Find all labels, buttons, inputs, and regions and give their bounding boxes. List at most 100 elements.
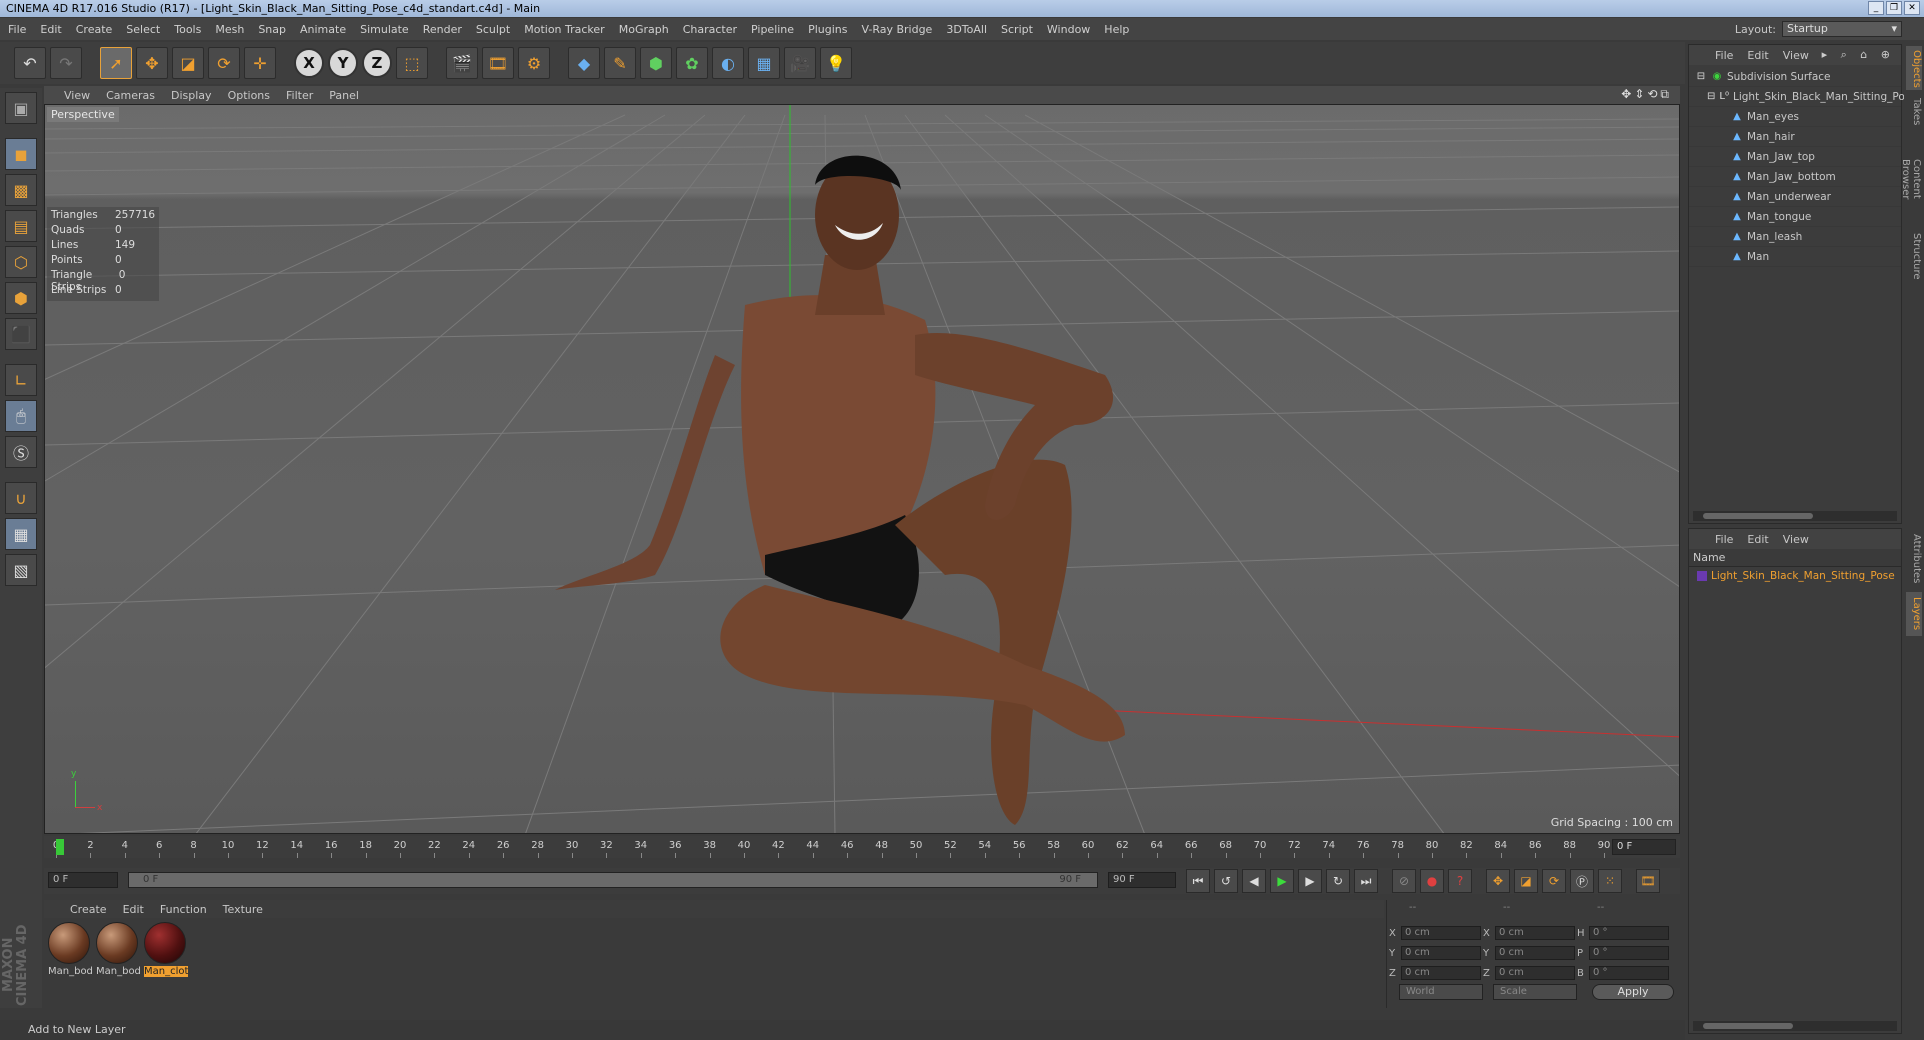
camera-label[interactable]: Perspective [47, 107, 119, 122]
tree-item[interactable]: ▲ Man_underwear [1689, 187, 1901, 207]
subdivision-surface-icon[interactable]: ⬢ [640, 47, 672, 79]
rotation-b-field[interactable]: 0 ° [1589, 966, 1669, 980]
menu-vray-bridge[interactable]: V-Ray Bridge [861, 23, 932, 36]
menu-sculpt[interactable]: Sculpt [476, 23, 510, 36]
tab-content-browser[interactable]: Content Browser [1900, 134, 1922, 224]
recent-tool-icon[interactable]: ✛ [244, 47, 276, 79]
tab-attributes[interactable]: Attributes [1906, 530, 1922, 588]
magnet-icon[interactable]: ∪ [5, 482, 37, 514]
scale-icon[interactable]: ◪ [172, 47, 204, 79]
object-menu-file[interactable]: File [1715, 49, 1733, 62]
snapping-icon[interactable]: Ⓢ [5, 436, 37, 468]
material-swatch[interactable]: Man_bod [48, 922, 92, 977]
render-picture-viewer-icon[interactable]: 🎞 [482, 47, 514, 79]
tree-item[interactable]: ▲ Man_eyes [1689, 107, 1901, 127]
viewport-menu-filter[interactable]: Filter [286, 89, 313, 102]
menu-help[interactable]: Help [1104, 23, 1129, 36]
tree-item[interactable]: ▲ Man_Jaw_top [1689, 147, 1901, 167]
viewport-menu-cameras[interactable]: Cameras [106, 89, 155, 102]
object-menu-edit[interactable]: Edit [1747, 49, 1768, 62]
floor-environment-icon[interactable]: ▦ [748, 47, 780, 79]
menu-select[interactable]: Select [126, 23, 160, 36]
playhead[interactable] [56, 839, 64, 855]
y-axis-lock-icon[interactable]: Y [328, 48, 358, 78]
material-swatch-selected[interactable]: Man_clot [144, 922, 188, 977]
autokey-icon[interactable]: ? [1448, 869, 1472, 893]
3d-viewport[interactable]: Perspective Triangles 257716 Quads 0 Lines… [44, 104, 1680, 834]
viewport-menu-panel[interactable]: Panel [329, 89, 359, 102]
layer-menu-edit[interactable]: Edit [1747, 533, 1768, 546]
key-position-icon[interactable]: ✥ [1486, 869, 1510, 893]
move-icon[interactable]: ✥ [136, 47, 168, 79]
material-swatch[interactable]: Man_bod [96, 922, 140, 977]
key-scale-icon[interactable]: ◪ [1514, 869, 1538, 893]
menu-3dtoall[interactable]: 3DToAll [946, 23, 987, 36]
rotation-h-field[interactable]: 0 ° [1589, 926, 1669, 940]
render-settings-icon[interactable]: ⚙ [518, 47, 550, 79]
tree-item[interactable]: ⊟ L⁰ Light_Skin_Black_Man_Sitting_Pose [1689, 87, 1917, 107]
restore-icon[interactable]: ❐ [1886, 1, 1902, 15]
light-icon[interactable]: 💡 [820, 47, 852, 79]
tree-item[interactable]: ▲ Man_Jaw_bottom [1689, 167, 1901, 187]
axis-mode-icon[interactable]: ∟ [5, 364, 37, 396]
menu-window[interactable]: Window [1047, 23, 1090, 36]
menu-simulate[interactable]: Simulate [360, 23, 409, 36]
timeline-ruler[interactable]: 0246810121416182022242628303234363840424… [44, 836, 1680, 858]
material-menu-edit[interactable]: Edit [123, 903, 144, 916]
tree-item[interactable]: ▲ Man_leash [1689, 227, 1901, 247]
menu-tools[interactable]: Tools [174, 23, 201, 36]
current-frame-field[interactable]: 0 F [1612, 839, 1676, 855]
go-to-end-icon[interactable]: ⏭ [1354, 869, 1378, 893]
layer-menu-view[interactable]: View [1783, 533, 1809, 546]
pen-spline-icon[interactable]: ✎ [604, 47, 636, 79]
tree-item[interactable]: ▲ Man_tongue [1689, 207, 1901, 227]
menu-mesh[interactable]: Mesh [215, 23, 244, 36]
record-icon[interactable]: ● [1420, 869, 1444, 893]
size-y-field[interactable]: 0 cm [1495, 946, 1575, 960]
object-search-icon[interactable]: ▸ ⌕ ⌂ ⊕ [1822, 48, 1895, 62]
position-z-field[interactable]: 0 cm [1401, 966, 1481, 980]
menu-mograph[interactable]: MoGraph [619, 23, 669, 36]
workplane-mode-icon[interactable]: ▤ [5, 210, 37, 242]
material-menu-create[interactable]: Create [70, 903, 107, 916]
start-frame-field[interactable]: 0 F [48, 872, 118, 888]
layer-manager-scrollbar[interactable] [1693, 1021, 1897, 1031]
rotate-icon[interactable]: ⟳ [208, 47, 240, 79]
viewport-menu-options[interactable]: Options [228, 89, 270, 102]
x-axis-lock-icon[interactable]: X [294, 48, 324, 78]
menu-create[interactable]: Create [76, 23, 113, 36]
menu-snap[interactable]: Snap [258, 23, 286, 36]
coordinate-system-icon[interactable]: ⬚ [396, 47, 428, 79]
menu-script[interactable]: Script [1001, 23, 1033, 36]
material-menu-function[interactable]: Function [160, 903, 207, 916]
layout-select[interactable]: Startup [1782, 21, 1902, 37]
next-frame-icon[interactable]: ▶ [1298, 869, 1322, 893]
size-mode-select[interactable]: Scale [1493, 984, 1577, 1000]
viewport-menu-display[interactable]: Display [171, 89, 212, 102]
tab-structure[interactable]: Structure [1906, 228, 1922, 284]
previous-frame-icon[interactable]: ◀ [1242, 869, 1266, 893]
redo-icon[interactable]: ↷ [50, 47, 82, 79]
tweak-mode-icon[interactable]: 🖱 [5, 400, 37, 432]
polygons-mode-icon[interactable]: ⬛ [5, 318, 37, 350]
position-y-field[interactable]: 0 cm [1401, 946, 1481, 960]
live-selection-icon[interactable]: ➚ [100, 47, 132, 79]
edges-mode-icon[interactable]: ⬢ [5, 282, 37, 314]
key-rotation-icon[interactable]: ⟳ [1542, 869, 1566, 893]
tree-item[interactable]: ▲ Man [1689, 247, 1901, 267]
coordinate-mode-select[interactable]: World [1399, 984, 1483, 1000]
rotation-p-field[interactable]: 0 ° [1589, 946, 1669, 960]
layer-color-swatch[interactable] [1697, 571, 1707, 581]
menu-motion-tracker[interactable]: Motion Tracker [524, 23, 604, 36]
preview-range-slider[interactable]: 0 F 90 F [128, 872, 1098, 888]
sitting-man-model[interactable] [555, 155, 1125, 825]
timeline-window-icon[interactable]: 🎞 [1636, 869, 1660, 893]
points-mode-icon[interactable]: ⬡ [5, 246, 37, 278]
tab-layers[interactable]: Layers [1906, 592, 1922, 636]
previous-key-icon[interactable]: ↺ [1214, 869, 1238, 893]
menu-plugins[interactable]: Plugins [808, 23, 847, 36]
z-axis-lock-icon[interactable]: Z [362, 48, 392, 78]
viewport-menu-view[interactable]: View [64, 89, 90, 102]
object-manager-scrollbar[interactable] [1693, 511, 1897, 521]
go-to-start-icon[interactable]: ⏮ [1186, 869, 1210, 893]
